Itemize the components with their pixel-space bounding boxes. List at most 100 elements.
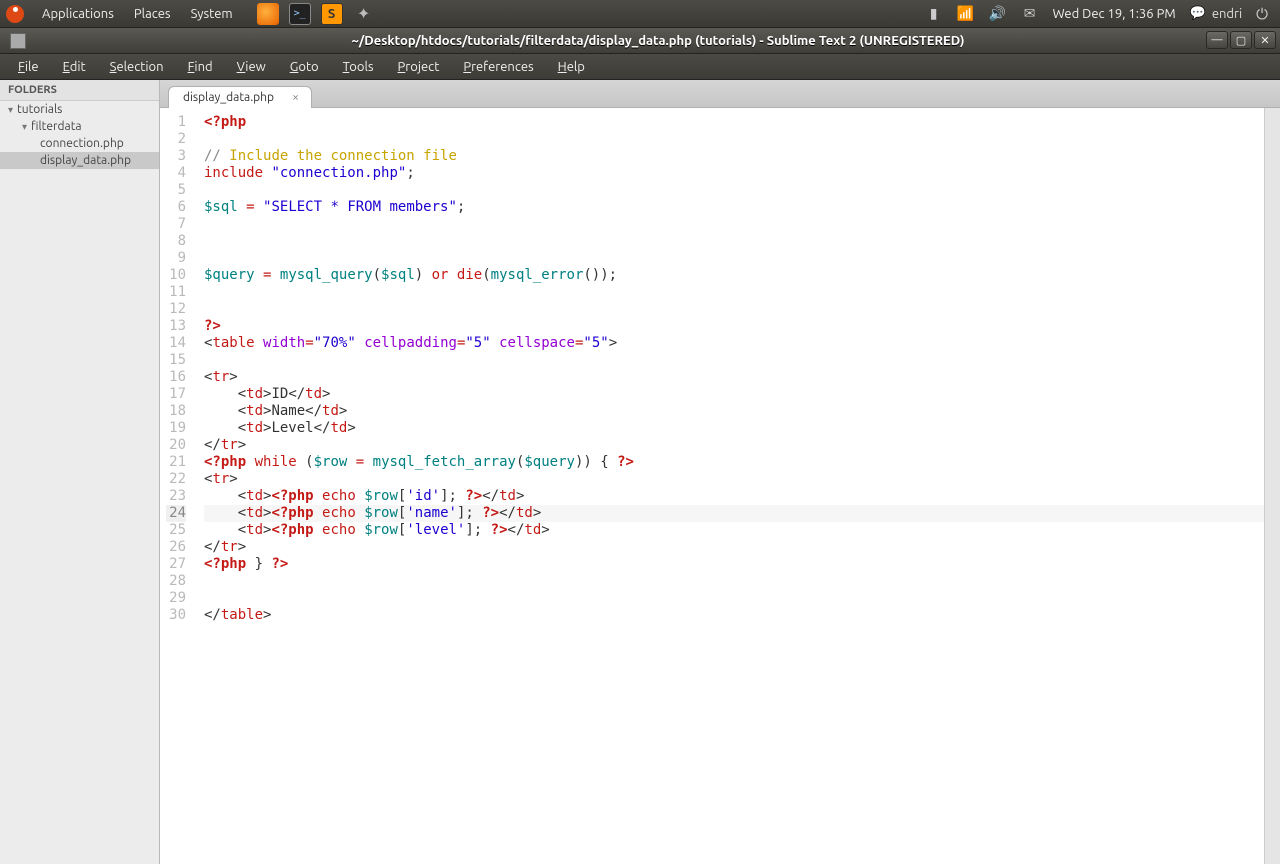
line-number[interactable]: 27 — [166, 556, 186, 573]
code-line[interactable]: </tr> — [204, 539, 1264, 556]
code-line[interactable] — [204, 131, 1264, 148]
tab-strip[interactable]: display_data.php × — [160, 80, 1280, 108]
code-line[interactable]: <td><?php echo $row['id']; ?></td> — [204, 488, 1264, 505]
line-number[interactable]: 2 — [166, 131, 186, 148]
menu-project[interactable]: Project — [388, 54, 450, 80]
code-line[interactable]: <table width="70%" cellpadding="5" cells… — [204, 335, 1264, 352]
code-line[interactable]: <td>ID</td> — [204, 386, 1264, 403]
line-number[interactable]: 14 — [166, 335, 186, 352]
code-line[interactable]: <td>Name</td> — [204, 403, 1264, 420]
menu-edit[interactable]: Edit — [53, 54, 96, 80]
line-number[interactable]: 29 — [166, 590, 186, 607]
tree-item-connection-php[interactable]: connection.php — [0, 135, 159, 152]
tree-item-tutorials[interactable]: tutorials — [0, 101, 159, 118]
line-number[interactable]: 21 — [166, 454, 186, 471]
sublime-icon[interactable]: S — [321, 3, 343, 25]
menu-view[interactable]: View — [227, 54, 276, 80]
code-line[interactable]: <?php while ($row = mysql_fetch_array($q… — [204, 454, 1264, 471]
menu-preferences[interactable]: Preferences — [453, 54, 543, 80]
line-number[interactable]: 6 — [166, 199, 186, 216]
line-number[interactable]: 18 — [166, 403, 186, 420]
line-number-gutter[interactable]: 1234567891011121314151617181920212223242… — [160, 108, 196, 864]
code-line[interactable] — [204, 352, 1264, 369]
line-number[interactable]: 24 — [166, 505, 186, 522]
code-editor[interactable]: <?php // Include the connection fileincl… — [196, 108, 1264, 864]
code-area[interactable]: 1234567891011121314151617181920212223242… — [160, 108, 1280, 864]
minimize-button[interactable]: — — [1206, 31, 1228, 49]
code-line[interactable]: </tr> — [204, 437, 1264, 454]
volume-icon[interactable]: 🔊 — [989, 5, 1007, 22]
ubuntu-logo-icon[interactable] — [6, 5, 24, 23]
code-line[interactable]: <td><?php echo $row['name']; ?></td> — [204, 505, 1264, 522]
line-number[interactable]: 4 — [166, 165, 186, 182]
code-line[interactable]: <?php } ?> — [204, 556, 1264, 573]
code-line[interactable]: <td>Level</td> — [204, 420, 1264, 437]
window-title-bar[interactable]: ~/Desktop/htdocs/tutorials/filterdata/di… — [0, 28, 1280, 54]
power-icon[interactable]: ⏻ — [1256, 5, 1268, 23]
line-number[interactable]: 13 — [166, 318, 186, 335]
line-number[interactable]: 11 — [166, 284, 186, 301]
menu-find[interactable]: Find — [178, 54, 223, 80]
code-line[interactable]: <td><?php echo $row['level']; ?></td> — [204, 522, 1264, 539]
line-number[interactable]: 25 — [166, 522, 186, 539]
line-number[interactable]: 30 — [166, 607, 186, 624]
code-line[interactable]: <tr> — [204, 369, 1264, 386]
code-line[interactable]: ?> — [204, 318, 1264, 335]
code-line[interactable]: $query = mysql_query($sql) or die(mysql_… — [204, 267, 1264, 284]
code-line[interactable] — [204, 301, 1264, 318]
user-menu[interactable]: 💬 endri — [1190, 6, 1242, 21]
line-number[interactable]: 7 — [166, 216, 186, 233]
menu-file[interactable]: File — [8, 54, 49, 80]
panel-menu-places[interactable]: Places — [124, 0, 181, 28]
line-number[interactable]: 20 — [166, 437, 186, 454]
maximize-button[interactable]: ▢ — [1230, 31, 1252, 49]
folder-sidebar[interactable]: FOLDERS tutorialsfilterdataconnection.ph… — [0, 80, 160, 864]
code-line[interactable]: include "connection.php"; — [204, 165, 1264, 182]
disclosure-triangle-icon[interactable] — [8, 103, 13, 116]
line-number[interactable]: 15 — [166, 352, 186, 369]
line-number[interactable]: 26 — [166, 539, 186, 556]
indicator-icon[interactable]: ▮ — [925, 5, 943, 22]
disclosure-triangle-icon[interactable] — [22, 120, 27, 133]
tree-item-filterdata[interactable]: filterdata — [0, 118, 159, 135]
misc-launcher-icon[interactable]: ✦ — [353, 3, 375, 25]
line-number[interactable]: 8 — [166, 233, 186, 250]
line-number[interactable]: 22 — [166, 471, 186, 488]
line-number[interactable]: 16 — [166, 369, 186, 386]
code-line[interactable] — [204, 250, 1264, 267]
code-line[interactable] — [204, 590, 1264, 607]
terminal-icon[interactable]: >_ — [289, 3, 311, 25]
code-line[interactable] — [204, 284, 1264, 301]
close-button[interactable]: ✕ — [1254, 31, 1276, 49]
line-number[interactable]: 28 — [166, 573, 186, 590]
line-number[interactable]: 23 — [166, 488, 186, 505]
line-number[interactable]: 10 — [166, 267, 186, 284]
code-line[interactable]: <tr> — [204, 471, 1264, 488]
tab-display-data[interactable]: display_data.php × — [168, 86, 312, 108]
line-number[interactable]: 1 — [166, 114, 186, 131]
vertical-scrollbar[interactable] — [1264, 108, 1280, 864]
menu-tools[interactable]: Tools — [333, 54, 384, 80]
panel-menu-system[interactable]: System — [181, 0, 243, 28]
line-number[interactable]: 9 — [166, 250, 186, 267]
code-line[interactable] — [204, 233, 1264, 250]
code-line[interactable]: // Include the connection file — [204, 148, 1264, 165]
line-number[interactable]: 5 — [166, 182, 186, 199]
menu-goto[interactable]: Goto — [280, 54, 329, 80]
menu-selection[interactable]: Selection — [100, 54, 174, 80]
code-line[interactable] — [204, 182, 1264, 199]
network-icon[interactable]: 📶 — [957, 5, 975, 22]
mail-icon[interactable]: ✉ — [1021, 5, 1039, 22]
code-line[interactable] — [204, 216, 1264, 233]
code-line[interactable]: $sql = "SELECT * FROM members"; — [204, 199, 1264, 216]
tree-item-display_data-php[interactable]: display_data.php — [0, 152, 159, 169]
line-number[interactable]: 12 — [166, 301, 186, 318]
menu-help[interactable]: Help — [548, 54, 595, 80]
firefox-icon[interactable] — [257, 3, 279, 25]
panel-clock[interactable]: Wed Dec 19, 1:36 PM — [1053, 7, 1176, 21]
code-line[interactable]: <?php — [204, 114, 1264, 131]
panel-menu-applications[interactable]: Applications — [32, 0, 124, 28]
code-line[interactable]: </table> — [204, 607, 1264, 624]
line-number[interactable]: 3 — [166, 148, 186, 165]
code-line[interactable] — [204, 573, 1264, 590]
